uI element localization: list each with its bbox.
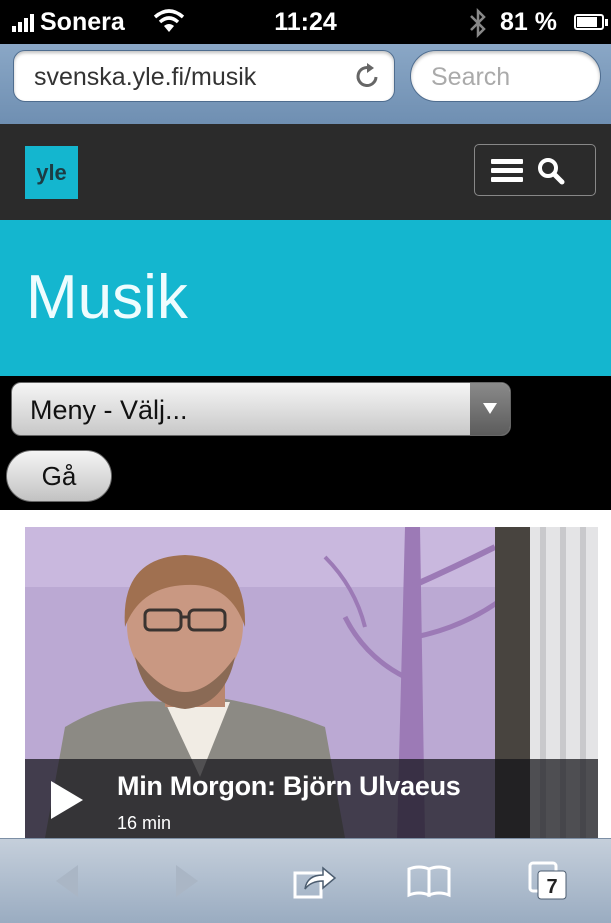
forward-icon[interactable] (162, 859, 210, 903)
tabs-icon[interactable]: 7 (526, 859, 574, 903)
menu-select[interactable]: Meny - Välj... (11, 382, 511, 436)
video-card[interactable]: Min Morgon: Björn Ulvaeus 16 min (25, 527, 598, 838)
search-icon (537, 157, 565, 185)
play-icon[interactable] (51, 781, 83, 819)
tab-count: 7 (546, 876, 557, 898)
url-text: svenska.yle.fi/musik (34, 63, 257, 91)
back-icon[interactable] (44, 859, 92, 903)
bluetooth-icon (468, 7, 488, 45)
go-button[interactable]: Gå (6, 450, 112, 502)
menu-select-value: Meny - Välj... (30, 395, 188, 425)
battery-percentage: 81 % (500, 8, 557, 36)
bookmarks-icon[interactable] (405, 859, 453, 903)
reload-icon[interactable] (354, 61, 382, 98)
battery-icon (574, 14, 608, 30)
video-caption-overlay: Min Morgon: Björn Ulvaeus 16 min (25, 759, 598, 838)
site-header: yle (0, 124, 611, 220)
url-field[interactable]: svenska.yle.fi/musik (13, 50, 395, 102)
menu-search-button[interactable] (474, 144, 596, 196)
browser-address-bar: svenska.yle.fi/musik Search (0, 44, 611, 124)
browser-toolbar: 7 (0, 838, 611, 923)
hero-banner: Musik (0, 220, 611, 376)
hamburger-icon (491, 159, 523, 183)
chevron-down-icon (470, 383, 510, 435)
video-title[interactable]: Min Morgon: Björn Ulvaeus (117, 771, 461, 802)
search-placeholder: Search (431, 63, 511, 91)
status-bar: Sonera 11:24 81 % (0, 0, 611, 44)
page-title: Musik (26, 263, 188, 332)
browser-search-field[interactable]: Search (410, 50, 601, 102)
share-icon[interactable] (291, 859, 339, 903)
menu-area: Meny - Välj... Gå (0, 376, 611, 510)
yle-logo[interactable]: yle (25, 146, 78, 199)
video-duration: 16 min (117, 813, 172, 833)
